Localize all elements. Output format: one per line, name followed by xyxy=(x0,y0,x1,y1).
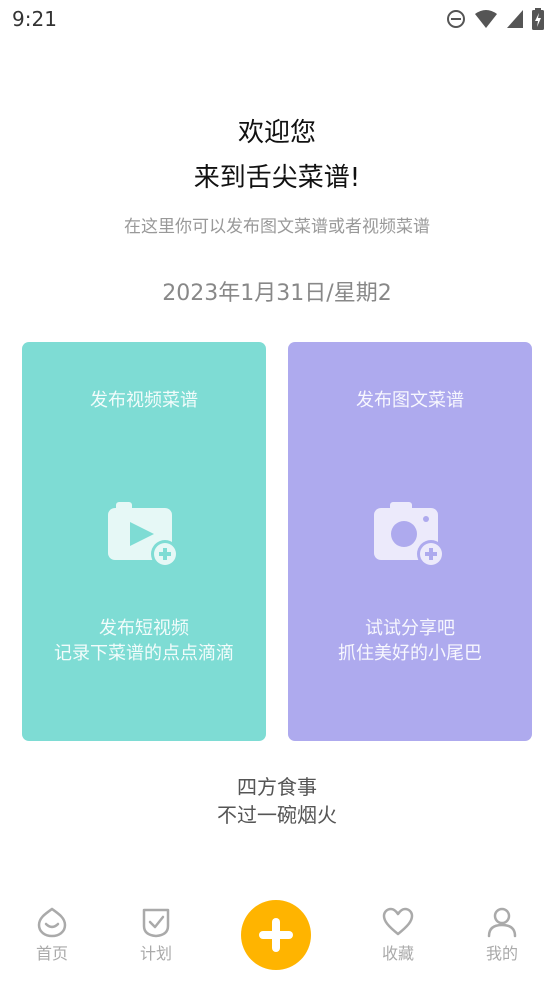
slogan-line2: 不过一碗烟火 xyxy=(217,803,337,827)
card-line1: 试试分享吧 xyxy=(365,618,455,639)
welcome-title: 欢迎您 xyxy=(237,118,316,148)
card-title: 发布图文菜谱 xyxy=(356,390,464,411)
home-face-icon xyxy=(37,907,67,938)
publish-video-recipe-card[interactable]: 发布视频菜谱 发布短视频 记录下菜谱的点点滴滴 xyxy=(22,342,266,741)
welcome-subtitle: 来到舌尖菜谱! xyxy=(193,163,361,193)
status-icons xyxy=(446,8,544,30)
slogan-line1: 四方食事 xyxy=(237,775,317,799)
current-date: 2023年1月31日/星期2 xyxy=(162,281,392,306)
status-bar: 9:21 xyxy=(0,0,554,40)
nav-mine[interactable]: 我的 xyxy=(462,906,542,964)
wifi-icon xyxy=(475,10,497,28)
camera-add-icon xyxy=(374,502,445,568)
heart-icon xyxy=(382,907,414,936)
nav-favorites[interactable]: 收藏 xyxy=(358,906,438,964)
battery-charging-icon xyxy=(532,8,544,30)
status-time: 9:21 xyxy=(12,7,57,31)
card-line1: 发布短视频 xyxy=(99,618,189,639)
nav-home[interactable]: 首页 xyxy=(12,906,92,964)
do-not-disturb-icon xyxy=(447,10,465,28)
intro-text: 在这里你可以发布图文菜谱或者视频菜谱 xyxy=(124,217,430,237)
card-title: 发布视频菜谱 xyxy=(90,390,198,411)
publish-button[interactable] xyxy=(241,900,311,970)
user-icon xyxy=(487,907,517,938)
cellular-signal-icon xyxy=(507,10,523,28)
bottom-navigation: 首页 计划 收藏 我的 xyxy=(0,890,554,985)
nav-favorites-label: 收藏 xyxy=(381,944,414,963)
nav-plan-label: 计划 xyxy=(139,944,172,963)
plus-icon xyxy=(259,918,293,952)
publish-photo-recipe-card[interactable]: 发布图文菜谱 试试分享吧 抓住美好的小尾巴 xyxy=(288,342,532,741)
card-line2: 记录下菜谱的点点滴滴 xyxy=(54,643,234,664)
nav-plan[interactable]: 计划 xyxy=(116,906,196,964)
card-line2: 抓住美好的小尾巴 xyxy=(338,643,482,664)
plan-check-icon xyxy=(142,908,170,938)
nav-home-label: 首页 xyxy=(35,944,68,963)
video-add-icon xyxy=(108,502,179,568)
nav-mine-label: 我的 xyxy=(485,944,518,963)
